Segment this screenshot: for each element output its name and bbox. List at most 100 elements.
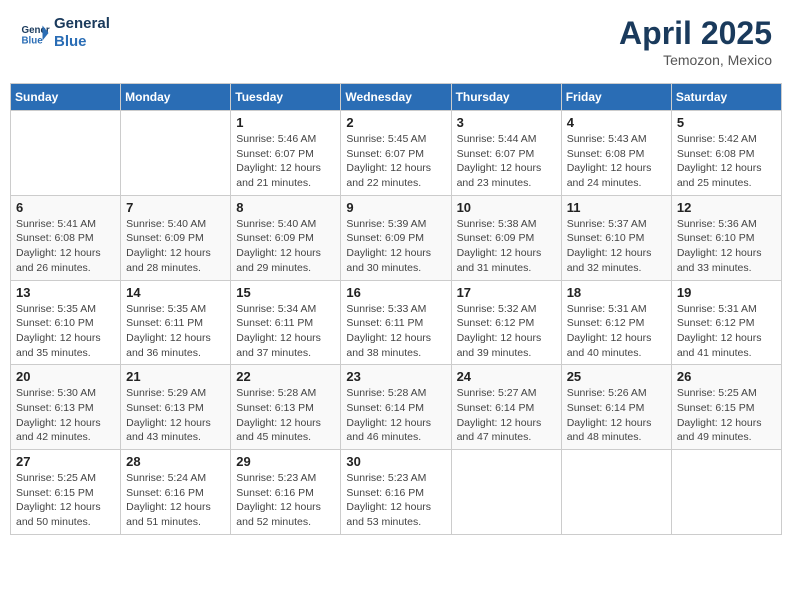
cell-date-number: 27 bbox=[16, 454, 115, 469]
calendar-cell: 17 Sunrise: 5:32 AM Sunset: 6:12 PM Dayli… bbox=[451, 280, 561, 365]
calendar-cell: 1 Sunrise: 5:46 AM Sunset: 6:07 PM Daylig… bbox=[231, 111, 341, 196]
month-title: April 2025 bbox=[619, 15, 772, 52]
cell-sun-info: Sunrise: 5:35 AM Sunset: 6:11 PM Dayligh… bbox=[126, 302, 225, 361]
logo-blue: Blue bbox=[54, 33, 110, 51]
calendar-cell: 23 Sunrise: 5:28 AM Sunset: 6:14 PM Dayli… bbox=[341, 365, 451, 450]
cell-date-number: 29 bbox=[236, 454, 335, 469]
calendar-cell bbox=[671, 450, 781, 535]
calendar-cell: 18 Sunrise: 5:31 AM Sunset: 6:12 PM Dayli… bbox=[561, 280, 671, 365]
cell-sun-info: Sunrise: 5:28 AM Sunset: 6:14 PM Dayligh… bbox=[346, 386, 445, 445]
calendar-cell: 12 Sunrise: 5:36 AM Sunset: 6:10 PM Dayli… bbox=[671, 195, 781, 280]
cell-date-number: 24 bbox=[457, 369, 556, 384]
calendar-cell: 24 Sunrise: 5:27 AM Sunset: 6:14 PM Dayli… bbox=[451, 365, 561, 450]
calendar-week-row: 6Sunrise: 5:41 AM Sunset: 6:08 PM Daylig… bbox=[11, 195, 782, 280]
cell-date-number: 11 bbox=[567, 200, 666, 215]
weekday-header: Monday bbox=[121, 84, 231, 111]
cell-date-number: 20 bbox=[16, 369, 115, 384]
cell-sun-info: Sunrise: 5:38 AM Sunset: 6:09 PM Dayligh… bbox=[457, 217, 556, 276]
cell-date-number: 23 bbox=[346, 369, 445, 384]
logo-icon: General Blue bbox=[20, 18, 50, 48]
calendar-cell: 10 Sunrise: 5:38 AM Sunset: 6:09 PM Dayli… bbox=[451, 195, 561, 280]
cell-sun-info: Sunrise: 5:30 AM Sunset: 6:13 PM Dayligh… bbox=[16, 386, 115, 445]
cell-date-number: 14 bbox=[126, 285, 225, 300]
calendar-cell bbox=[121, 111, 231, 196]
cell-sun-info: Sunrise: 5:25 AM Sunset: 6:15 PM Dayligh… bbox=[677, 386, 776, 445]
cell-sun-info: Sunrise: 5:27 AM Sunset: 6:14 PM Dayligh… bbox=[457, 386, 556, 445]
calendar-cell: 7 Sunrise: 5:40 AM Sunset: 6:09 PM Daylig… bbox=[121, 195, 231, 280]
cell-date-number: 7 bbox=[126, 200, 225, 215]
calendar-week-row: 1 Sunrise: 5:46 AM Sunset: 6:07 PM Daylig… bbox=[11, 111, 782, 196]
cell-date-number: 30 bbox=[346, 454, 445, 469]
cell-sun-info: Sunrise: 5:25 AM Sunset: 6:15 PM Dayligh… bbox=[16, 471, 115, 530]
cell-sun-info: Sunrise: 5:39 AM Sunset: 6:09 PM Dayligh… bbox=[346, 217, 445, 276]
cell-sun-info: Sunrise: 5:35 AM Sunset: 6:10 PM Dayligh… bbox=[16, 302, 115, 361]
calendar-cell: 2 Sunrise: 5:45 AM Sunset: 6:07 PM Daylig… bbox=[341, 111, 451, 196]
calendar-cell bbox=[561, 450, 671, 535]
calendar-header-row: SundayMondayTuesdayWednesdayThursdayFrid… bbox=[11, 84, 782, 111]
calendar-week-row: 27 Sunrise: 5:25 AM Sunset: 6:15 PM Dayli… bbox=[11, 450, 782, 535]
calendar-cell bbox=[11, 111, 121, 196]
title-block: April 2025 Temozon, Mexico bbox=[619, 15, 772, 68]
calendar-cell: 27 Sunrise: 5:25 AM Sunset: 6:15 PM Dayli… bbox=[11, 450, 121, 535]
calendar-cell: 26 Sunrise: 5:25 AM Sunset: 6:15 PM Dayli… bbox=[671, 365, 781, 450]
cell-date-number: 17 bbox=[457, 285, 556, 300]
cell-date-number: 22 bbox=[236, 369, 335, 384]
cell-sun-info: Sunrise: 5:43 AM Sunset: 6:08 PM Dayligh… bbox=[567, 132, 666, 191]
cell-date-number: 3 bbox=[457, 115, 556, 130]
cell-sun-info: Sunrise: 5:23 AM Sunset: 6:16 PM Dayligh… bbox=[346, 471, 445, 530]
cell-sun-info: Sunrise: 5:23 AM Sunset: 6:16 PM Dayligh… bbox=[236, 471, 335, 530]
cell-sun-info: Sunrise: 5:40 AM Sunset: 6:09 PM Dayligh… bbox=[126, 217, 225, 276]
calendar-cell: 19Sunrise: 5:31 AM Sunset: 6:12 PM Dayli… bbox=[671, 280, 781, 365]
svg-text:Blue: Blue bbox=[22, 36, 44, 47]
calendar-cell: 16 Sunrise: 5:33 AM Sunset: 6:11 PM Dayli… bbox=[341, 280, 451, 365]
cell-date-number: 2 bbox=[346, 115, 445, 130]
calendar-cell: 29 Sunrise: 5:23 AM Sunset: 6:16 PM Dayli… bbox=[231, 450, 341, 535]
cell-sun-info: Sunrise: 5:37 AM Sunset: 6:10 PM Dayligh… bbox=[567, 217, 666, 276]
cell-sun-info: Sunrise: 5:32 AM Sunset: 6:12 PM Dayligh… bbox=[457, 302, 556, 361]
cell-sun-info: Sunrise: 5:31 AM Sunset: 6:12 PM Dayligh… bbox=[677, 302, 776, 361]
weekday-header: Friday bbox=[561, 84, 671, 111]
cell-date-number: 26 bbox=[677, 369, 776, 384]
cell-sun-info: Sunrise: 5:28 AM Sunset: 6:13 PM Dayligh… bbox=[236, 386, 335, 445]
cell-date-number: 5 bbox=[677, 115, 776, 130]
calendar-cell: 20 Sunrise: 5:30 AM Sunset: 6:13 PM Dayli… bbox=[11, 365, 121, 450]
cell-sun-info: Sunrise: 5:26 AM Sunset: 6:14 PM Dayligh… bbox=[567, 386, 666, 445]
cell-date-number: 9 bbox=[346, 200, 445, 215]
calendar-cell: 9 Sunrise: 5:39 AM Sunset: 6:09 PM Daylig… bbox=[341, 195, 451, 280]
calendar-cell: 6Sunrise: 5:41 AM Sunset: 6:08 PM Daylig… bbox=[11, 195, 121, 280]
cell-sun-info: Sunrise: 5:44 AM Sunset: 6:07 PM Dayligh… bbox=[457, 132, 556, 191]
calendar-cell: 4 Sunrise: 5:43 AM Sunset: 6:08 PM Daylig… bbox=[561, 111, 671, 196]
cell-sun-info: Sunrise: 5:33 AM Sunset: 6:11 PM Dayligh… bbox=[346, 302, 445, 361]
cell-date-number: 13 bbox=[16, 285, 115, 300]
calendar-cell: 8Sunrise: 5:40 AM Sunset: 6:09 PM Daylig… bbox=[231, 195, 341, 280]
calendar-cell: 13 Sunrise: 5:35 AM Sunset: 6:10 PM Dayli… bbox=[11, 280, 121, 365]
cell-date-number: 12 bbox=[677, 200, 776, 215]
location-subtitle: Temozon, Mexico bbox=[619, 52, 772, 68]
cell-sun-info: Sunrise: 5:41 AM Sunset: 6:08 PM Dayligh… bbox=[16, 217, 115, 276]
logo-general: General bbox=[54, 15, 110, 33]
cell-sun-info: Sunrise: 5:36 AM Sunset: 6:10 PM Dayligh… bbox=[677, 217, 776, 276]
cell-date-number: 16 bbox=[346, 285, 445, 300]
calendar-week-row: 13 Sunrise: 5:35 AM Sunset: 6:10 PM Dayli… bbox=[11, 280, 782, 365]
weekday-header: Wednesday bbox=[341, 84, 451, 111]
calendar-cell: 14 Sunrise: 5:35 AM Sunset: 6:11 PM Dayli… bbox=[121, 280, 231, 365]
weekday-header: Saturday bbox=[671, 84, 781, 111]
cell-date-number: 10 bbox=[457, 200, 556, 215]
cell-date-number: 15 bbox=[236, 285, 335, 300]
calendar-cell: 22 Sunrise: 5:28 AM Sunset: 6:13 PM Dayli… bbox=[231, 365, 341, 450]
calendar-cell: 15 Sunrise: 5:34 AM Sunset: 6:11 PM Dayli… bbox=[231, 280, 341, 365]
cell-sun-info: Sunrise: 5:29 AM Sunset: 6:13 PM Dayligh… bbox=[126, 386, 225, 445]
cell-date-number: 4 bbox=[567, 115, 666, 130]
calendar-cell bbox=[451, 450, 561, 535]
cell-date-number: 18 bbox=[567, 285, 666, 300]
weekday-header: Thursday bbox=[451, 84, 561, 111]
cell-date-number: 1 bbox=[236, 115, 335, 130]
cell-sun-info: Sunrise: 5:45 AM Sunset: 6:07 PM Dayligh… bbox=[346, 132, 445, 191]
cell-date-number: 8 bbox=[236, 200, 335, 215]
cell-sun-info: Sunrise: 5:46 AM Sunset: 6:07 PM Dayligh… bbox=[236, 132, 335, 191]
cell-sun-info: Sunrise: 5:34 AM Sunset: 6:11 PM Dayligh… bbox=[236, 302, 335, 361]
cell-sun-info: Sunrise: 5:42 AM Sunset: 6:08 PM Dayligh… bbox=[677, 132, 776, 191]
calendar-week-row: 20 Sunrise: 5:30 AM Sunset: 6:13 PM Dayli… bbox=[11, 365, 782, 450]
calendar-cell: 5 Sunrise: 5:42 AM Sunset: 6:08 PM Daylig… bbox=[671, 111, 781, 196]
cell-sun-info: Sunrise: 5:31 AM Sunset: 6:12 PM Dayligh… bbox=[567, 302, 666, 361]
